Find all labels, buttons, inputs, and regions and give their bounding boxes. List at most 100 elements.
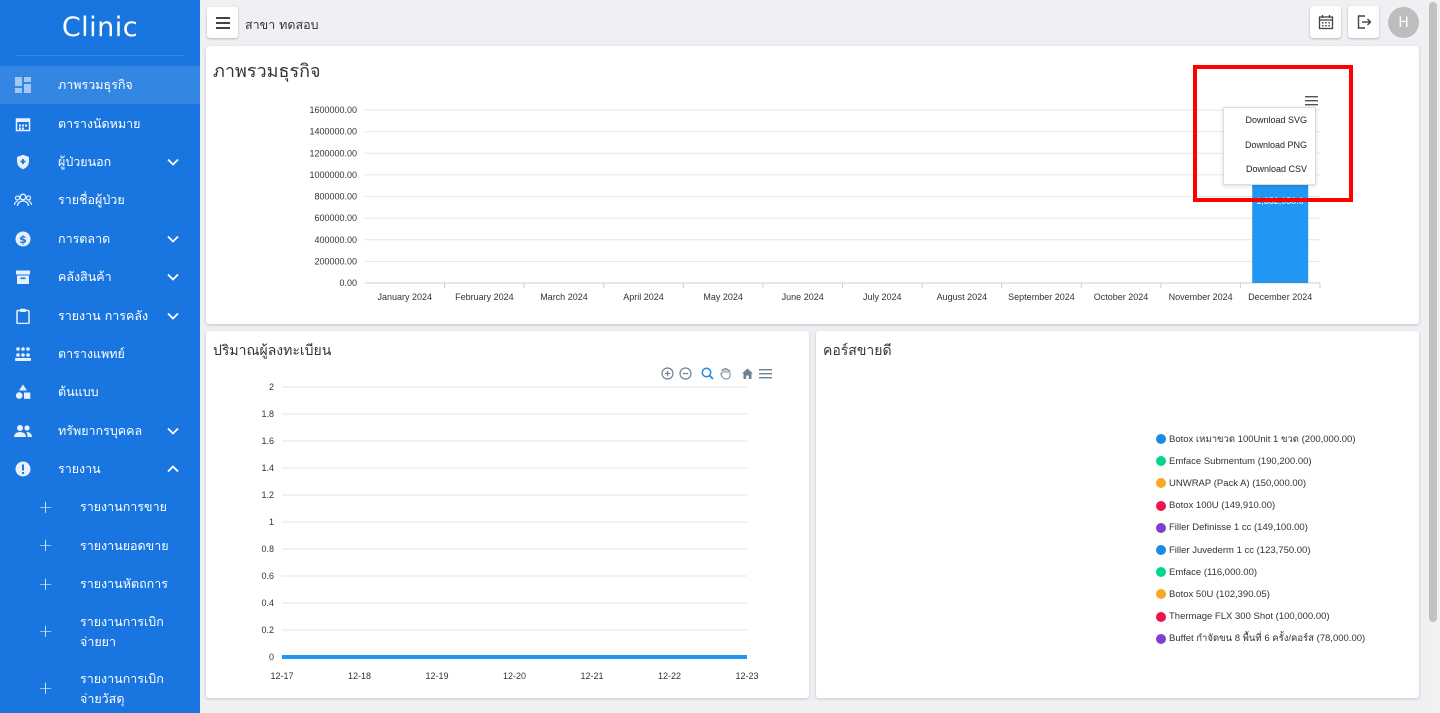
sidebar-item-10[interactable]: รายงาน xyxy=(0,450,200,488)
legend-item[interactable]: Botox 100U (149,910.00) xyxy=(1156,495,1365,517)
legend-label: Botox 50U (102,390.05) xyxy=(1169,588,1270,600)
legend-label: Thermage FLX 300 Shot (100,000.00) xyxy=(1169,611,1330,623)
legend-item[interactable]: Thermage FLX 300 Shot (100,000.00) xyxy=(1156,606,1365,628)
sidebar-nav: ภาพรวมธุรกิจตารางนัดหมายผู้ป่วยนอกรายชื่… xyxy=(0,66,200,713)
y-tick-label: 1 xyxy=(269,517,274,527)
sidebar-item-9[interactable]: ทรัพยากรบุคคล xyxy=(0,412,200,450)
calendar-button[interactable] xyxy=(1310,6,1341,38)
y-tick-label: 600000.00 xyxy=(314,213,357,223)
y-tick-label: 1400000.00 xyxy=(309,127,357,137)
sidebar: Clinic ภาพรวมธุรกิจตารางนัดหมายผู้ป่วยนอ… xyxy=(0,0,200,713)
chevron-down-icon[interactable] xyxy=(166,309,180,323)
sidebar-subitem-3[interactable]: + รายงานการเบิกจ่ายยา xyxy=(0,603,200,660)
y-tick-label: 0 xyxy=(269,652,274,662)
group-icon xyxy=(14,191,32,209)
legend-item[interactable]: Filler Juvederm 1 cc (123,750.00) xyxy=(1156,539,1365,561)
legend-item[interactable]: Emface Submentum (190,200.00) xyxy=(1156,450,1365,472)
people-grid-icon xyxy=(14,345,32,363)
pan-button[interactable] xyxy=(718,366,732,380)
chevron-up-icon[interactable] xyxy=(166,462,180,476)
x-tick-label: July 2024 xyxy=(863,292,902,302)
page-scrollbar[interactable] xyxy=(1426,0,1440,713)
legend-marker xyxy=(1156,478,1166,489)
zoom-in-icon xyxy=(660,366,674,380)
legend-label: Filler Definisse 1 cc (149,100.00) xyxy=(1169,522,1308,534)
scrollbar-thumb[interactable] xyxy=(1429,2,1437,622)
logout-button[interactable] xyxy=(1348,6,1379,38)
plus-icon: + xyxy=(38,496,54,518)
chevron-down-icon[interactable] xyxy=(166,270,180,284)
legend-item[interactable]: Botox เหมาขวด 100Unit 1 ขวด (200,000.00) xyxy=(1156,428,1365,450)
sidebar-subitem-0[interactable]: + รายงานการขาย xyxy=(0,488,200,526)
sidebar-item-label: ตารางนัดหมาย xyxy=(58,115,141,131)
dashboard-icon xyxy=(14,76,32,94)
plus-icon: + xyxy=(38,535,54,557)
legend-marker xyxy=(1156,434,1166,445)
registrations-line-chart: 0 0.2 0.4 0.6 0.8 1 1.2 1.4 1.6 1.8 2 12-17 12-18 12-… xyxy=(261,382,758,681)
branch-name: สาขา ทดสอบ xyxy=(245,17,319,32)
sidebar-item-4[interactable]: $ การตลาด xyxy=(0,220,200,258)
legend-marker xyxy=(1156,500,1166,511)
sidebar-item-8[interactable]: ต้นแบบ xyxy=(0,373,200,411)
x-tick-label: 12-17 xyxy=(270,671,293,681)
people-icon xyxy=(14,422,32,440)
chart-options-button[interactable] xyxy=(758,366,772,380)
y-tick-label: 0.6 xyxy=(261,571,274,581)
sidebar-item-5[interactable]: คลังสินค้า xyxy=(0,258,200,296)
legend-marker xyxy=(1156,456,1166,467)
menu-lines-icon xyxy=(758,368,772,378)
sidebar-item-label: ผู้ป่วยนอก xyxy=(58,153,112,169)
legend-item[interactable]: Buffet กำจัดขน 8 พื้นที่ 6 ครั้ง/คอร์ส (… xyxy=(1156,628,1365,650)
selection-zoom-button[interactable] xyxy=(700,366,714,380)
user-avatar[interactable]: H xyxy=(1388,7,1419,38)
brand-logo[interactable]: Clinic xyxy=(16,0,184,56)
x-tick-label: 12-19 xyxy=(425,671,448,681)
courses-title: คอร์สขายดี xyxy=(823,343,892,359)
legend-item[interactable]: Emface (116,000.00) xyxy=(1156,561,1365,583)
svg-text:$: $ xyxy=(19,233,27,246)
sidebar-subitem-label: รายงานการขาย xyxy=(80,499,167,515)
sidebar-item-2[interactable]: ผู้ป่วยนอก xyxy=(0,143,200,181)
y-tick-label: 1600000.00 xyxy=(309,105,357,115)
clipboard-icon xyxy=(14,307,32,325)
x-tick-label: 12-22 xyxy=(658,671,681,681)
y-tick-label: 1.2 xyxy=(261,490,274,500)
hand-icon xyxy=(719,367,730,379)
sidebar-item-1[interactable]: ตารางนัดหมาย xyxy=(0,104,200,142)
reset-zoom-button[interactable] xyxy=(740,366,754,380)
sidebar-item-label: รายชื่อผู้ป่วย xyxy=(58,192,125,208)
x-tick-label: August 2024 xyxy=(937,292,988,302)
sidebar-item-label: ตารางแพทย์ xyxy=(58,345,125,361)
legend-marker xyxy=(1156,567,1166,578)
sidebar-subitem-2[interactable]: + รายงานหัตถการ xyxy=(0,565,200,603)
shapes-icon xyxy=(14,383,32,401)
plus-icon: + xyxy=(38,621,54,643)
menu-toggle-button[interactable] xyxy=(207,7,238,38)
legend-item[interactable]: Filler Definisse 1 cc (149,100.00) xyxy=(1156,517,1365,539)
legend-label: Botox 100U (149,910.00) xyxy=(1169,500,1276,512)
chevron-down-icon[interactable] xyxy=(166,232,180,246)
sidebar-subitem-label: รายงานยอดขาย xyxy=(80,537,169,553)
legend-label: Emface (116,000.00) xyxy=(1169,566,1258,578)
sidebar-item-6[interactable]: รายงาน การคลัง xyxy=(0,296,200,334)
y-tick-label: 2 xyxy=(269,382,274,392)
plus-icon: + xyxy=(38,678,54,700)
zoom-out-button[interactable] xyxy=(678,366,692,380)
x-tick-label: September 2024 xyxy=(1008,292,1075,302)
chevron-down-icon[interactable] xyxy=(166,424,180,438)
sidebar-item-label: การตลาด xyxy=(58,230,111,246)
legend-item[interactable]: Botox 50U (102,390.05) xyxy=(1156,583,1365,605)
sidebar-item-label: รายงาน การคลัง xyxy=(58,307,149,323)
legend-marker xyxy=(1156,589,1166,600)
sidebar-item-label: ต้นแบบ xyxy=(58,384,99,400)
zoom-in-button[interactable] xyxy=(660,366,674,380)
sidebar-item-0[interactable]: ภาพรวมธุรกิจ xyxy=(0,66,200,105)
sidebar-item-7[interactable]: ตารางแพทย์ xyxy=(0,335,200,373)
chart-toolbar xyxy=(660,366,772,380)
legend-item[interactable]: UNWRAP (Pack A) (150,000.00) xyxy=(1156,472,1365,494)
chevron-down-icon[interactable] xyxy=(166,155,180,169)
sidebar-item-3[interactable]: รายชื่อผู้ป่วย xyxy=(0,181,200,219)
legend-marker xyxy=(1156,611,1166,622)
sidebar-subitem-1[interactable]: + รายงานยอดขาย xyxy=(0,527,200,565)
sidebar-subitem-4[interactable]: + รายงานการเบิกจ่ายวัสดุ xyxy=(0,660,200,713)
